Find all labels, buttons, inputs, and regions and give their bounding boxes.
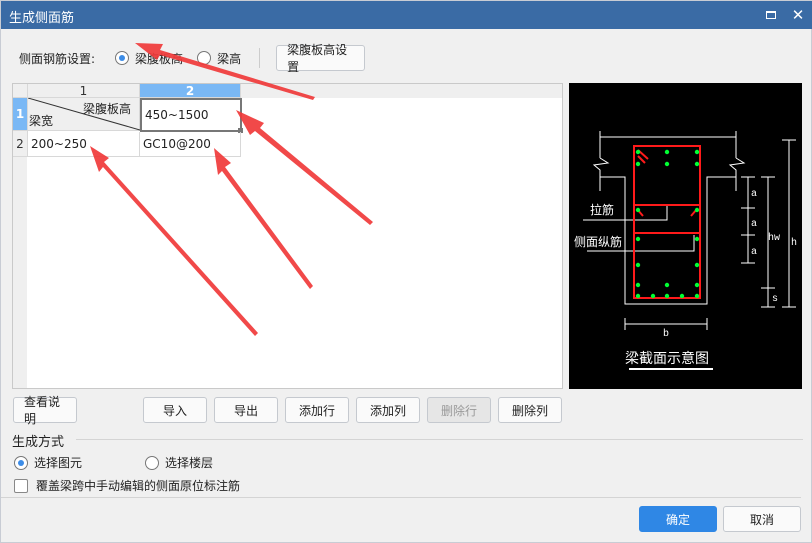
beam-width-axis-label: 梁宽 [29,114,54,128]
section-drawing: 拉筋 侧面纵筋 a a a hw h s b 梁截面示意图 [574,131,797,370]
ok-button[interactable]: 确定 [639,506,717,532]
radio-web-height[interactable]: 梁腹板高 [115,50,183,67]
delete-column-button[interactable]: 删除列 [498,397,562,423]
separator [259,48,261,68]
window-title: 生成侧面筋 [9,11,75,26]
checkbox-box [14,478,28,493]
row-header-2[interactable]: 2 [13,131,28,157]
column-header-2[interactable]: 2 [140,84,241,98]
dim-a-3: a [751,247,757,258]
radio-label: 梁高 [217,51,242,66]
checkbox-label: 覆盖梁跨中手动编辑的侧面原位标注筋 [36,479,241,493]
stirrup [633,145,701,299]
close-button[interactable]: ✕ [786,5,810,25]
radio-select-element[interactable]: 选择图元 [14,454,82,471]
column-header-1[interactable]: 1 [28,84,140,98]
delete-row-button[interactable]: 删除行 [427,397,491,423]
export-button[interactable]: 导出 [214,397,278,423]
tie-bar-label: 拉筋 [590,202,614,218]
maximize-icon [766,11,776,19]
grid-corner[interactable] [13,84,28,98]
dim-hw: hw [768,232,780,244]
radio-dot [145,455,159,470]
row-header-1[interactable]: 1 [13,98,28,131]
radio-label: 梁腹板高 [135,51,184,66]
radio-beam-height[interactable]: 梁高 [197,50,241,67]
dim-s: s [772,294,778,305]
import-button[interactable]: 导入 [143,397,207,423]
add-row-button[interactable]: 添加行 [285,397,349,423]
dim-a-1: a [751,189,757,200]
right-break-symbol [728,157,746,191]
longitudinal-rebars [635,149,700,299]
rebar-grid: 1 2 1 2 梁腹板高 梁宽 450~1500 200~250 GC10@20… [12,83,563,389]
radio-dot [115,51,130,65]
side-rebar-settings: 侧面钢筋设置: 梁腹板高 梁高 梁腹板高设置 [19,43,366,74]
group-divider [76,439,803,440]
dim-b: b [663,328,669,340]
web-height-axis-label: 梁腹板高 [82,102,131,116]
diagonal-header-cell: 梁腹板高 梁宽 [28,98,140,131]
dim-a-2: a [751,219,757,230]
add-column-button[interactable]: 添加列 [356,397,420,423]
web-height-settings-button[interactable]: 梁腹板高设置 [276,43,366,74]
radio-select-floor[interactable]: 选择楼层 [145,454,213,471]
radio-dot [197,51,212,65]
close-icon: ✕ [791,5,805,24]
footer-divider [1,497,801,498]
view-help-button[interactable]: 查看说明 [13,395,77,426]
settings-label: 侧面钢筋设置: [19,51,96,66]
override-midspan-checkbox[interactable]: 覆盖梁跨中手动编辑的侧面原位标注筋 [14,477,240,494]
generation-group-label: 生成方式 [12,435,65,450]
grid-cell-r1c2[interactable]: 450~1500 [140,98,242,132]
diagram-caption: 梁截面示意图 [625,350,709,367]
radio-dot [14,455,28,470]
radio-label: 选择图元 [34,456,83,470]
side-bar-label: 侧面纵筋 [574,234,622,250]
grid-cell-r2c1[interactable]: 200~250 [28,132,140,157]
title-bar: 生成侧面筋 ✕ [1,1,812,29]
grid-cell-r2c2[interactable]: GC10@200 [140,132,241,157]
left-break-symbol [592,157,610,191]
maximize-button[interactable] [759,5,783,25]
dialog-window: 生成侧面筋 ✕ 侧面钢筋设置: 梁腹板高 梁高 梁腹板高设置 1 2 1 2 梁… [0,0,812,543]
radio-label: 选择楼层 [165,456,214,470]
cancel-button[interactable]: 取消 [723,506,801,532]
beam-section-diagram: 拉筋 侧面纵筋 a a a hw h s b 梁截面示意图 [569,83,802,389]
dim-h: h [791,237,797,249]
